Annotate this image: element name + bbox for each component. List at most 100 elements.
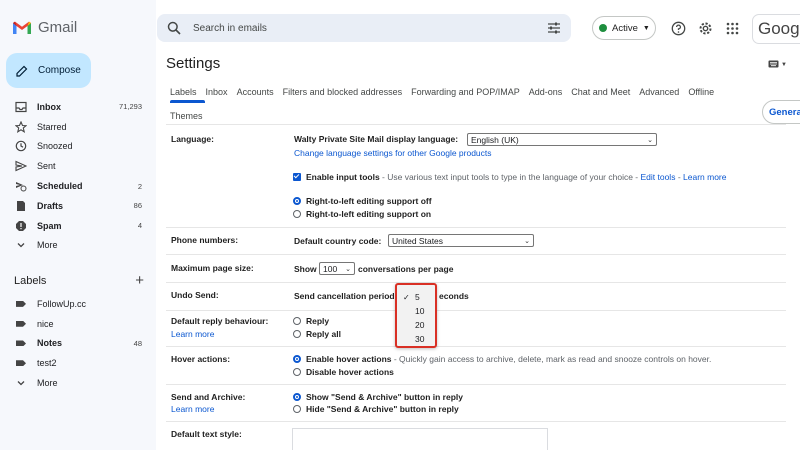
display-language-select[interactable]: English (UK) ⌄ bbox=[467, 133, 657, 146]
divider bbox=[166, 346, 786, 347]
rtl-off-option[interactable]: Right-to-left editing support off bbox=[293, 196, 432, 206]
tab-filters[interactable]: Filters and blocked addresses bbox=[283, 87, 403, 97]
learn-more-link[interactable]: Learn more bbox=[683, 172, 726, 182]
label-item[interactable]: nice bbox=[0, 314, 156, 334]
undo-send-option[interactable]: 20 bbox=[397, 318, 435, 332]
nav-count: 86 bbox=[133, 201, 142, 211]
hover-description: - Quickly gain access to archive, delete… bbox=[391, 354, 712, 364]
keyboard-icon bbox=[768, 60, 779, 70]
rtl-on-radio[interactable] bbox=[293, 210, 301, 218]
star-icon bbox=[14, 120, 28, 134]
label-count: 48 bbox=[133, 338, 142, 348]
chevron-down-icon: ⌄ bbox=[345, 265, 351, 273]
hide-send-archive-option[interactable]: Hide "Send & Archive" button in reply bbox=[293, 404, 459, 414]
nav-item-starred[interactable]: Starred bbox=[0, 117, 156, 137]
nav-item-more[interactable]: More bbox=[0, 236, 156, 256]
tab-advanced[interactable]: Advanced bbox=[639, 87, 679, 97]
nav-item-sent[interactable]: Sent bbox=[0, 156, 156, 176]
enable-input-tools-checkbox[interactable] bbox=[293, 173, 301, 181]
tab-inbox[interactable]: Inbox bbox=[206, 87, 228, 97]
divider bbox=[166, 384, 786, 385]
gmail-m-icon bbox=[13, 21, 31, 34]
label-item[interactable]: Notes 48 bbox=[0, 334, 156, 354]
apps-grid-icon[interactable] bbox=[724, 20, 740, 36]
label-item-more[interactable]: More bbox=[0, 373, 156, 393]
nav-label: Starred bbox=[37, 121, 67, 132]
input-tools-toggle[interactable]: ▼ bbox=[768, 60, 787, 70]
nav-item-inbox[interactable]: Inbox 71,293 bbox=[0, 97, 156, 117]
labels-header: Labels + bbox=[14, 272, 144, 289]
show-send-archive-radio[interactable] bbox=[293, 393, 301, 401]
search-bar[interactable]: Search in emails bbox=[157, 14, 571, 42]
reply-all-radio[interactable] bbox=[293, 330, 301, 338]
country-code-label: Default country code: bbox=[294, 236, 382, 246]
rtl-off-radio[interactable] bbox=[293, 197, 301, 205]
label-item[interactable]: test2 bbox=[0, 353, 156, 373]
reply-behaviour-label: Default reply behaviour: bbox=[171, 316, 269, 326]
nav-item-snoozed[interactable]: Snoozed bbox=[0, 137, 156, 157]
cancellation-period-label: Send cancellation period bbox=[294, 291, 395, 301]
tab-chat-meet[interactable]: Chat and Meet bbox=[571, 87, 630, 97]
inbox-icon bbox=[14, 100, 28, 114]
plus-icon[interactable]: + bbox=[135, 272, 144, 289]
undo-send-option[interactable]: 10 bbox=[397, 304, 435, 318]
disable-hover-radio[interactable] bbox=[293, 368, 301, 376]
enable-hover-option[interactable]: Enable hover actions - Quickly gain acce… bbox=[293, 354, 711, 364]
show-send-archive-option[interactable]: Show "Send & Archive" button in reply bbox=[293, 392, 463, 402]
nav-item-scheduled[interactable]: Scheduled 2 bbox=[0, 176, 156, 196]
text-style-label: Default text style: bbox=[171, 429, 242, 439]
tab-offline[interactable]: Offline bbox=[688, 87, 714, 97]
reply-option[interactable]: Reply bbox=[293, 316, 329, 326]
change-language-link[interactable]: Change language settings for other Googl… bbox=[294, 148, 492, 158]
search-input[interactable]: Search in emails bbox=[193, 23, 547, 34]
display-language-label: Walty Private Site Mail display language… bbox=[294, 134, 459, 144]
active-tab-indicator bbox=[170, 100, 205, 103]
nav-label: Scheduled bbox=[37, 181, 83, 192]
tab-forwarding[interactable]: Forwarding and POP/IMAP bbox=[411, 87, 520, 97]
compose-button[interactable]: Compose bbox=[6, 53, 91, 88]
account-brand-button[interactable]: Google bbox=[752, 14, 800, 44]
tab-accounts[interactable]: Accounts bbox=[237, 87, 274, 97]
undo-send-option[interactable]: 30 bbox=[397, 332, 435, 346]
nav-item-spam[interactable]: Spam 4 bbox=[0, 216, 156, 236]
compose-label: Compose bbox=[38, 65, 81, 76]
search-options-icon[interactable] bbox=[547, 21, 561, 35]
input-tools-row: Enable input tools - Use various text in… bbox=[293, 172, 726, 182]
tab-add-ons[interactable]: Add-ons bbox=[529, 87, 563, 97]
label-tag-icon bbox=[14, 356, 28, 370]
undo-send-option[interactable]: ✓ 5 bbox=[397, 290, 435, 304]
gmail-logo[interactable]: Gmail bbox=[12, 19, 77, 36]
reply-radio[interactable] bbox=[293, 317, 301, 325]
label-item[interactable]: FollowUp.cc bbox=[0, 294, 156, 314]
search-icon[interactable] bbox=[167, 21, 181, 35]
status-button[interactable]: Active ▼ bbox=[592, 16, 656, 40]
nav-label: Drafts bbox=[37, 200, 64, 211]
edit-tools-link[interactable]: Edit tools bbox=[640, 172, 675, 182]
page-size-select[interactable]: 100 ⌄ bbox=[319, 262, 355, 275]
status-dot-icon bbox=[599, 24, 607, 32]
nav-label: Snoozed bbox=[37, 141, 73, 152]
hide-send-archive-radio[interactable] bbox=[293, 405, 301, 413]
nav-item-drafts[interactable]: Drafts 86 bbox=[0, 196, 156, 216]
rtl-on-option[interactable]: Right-to-left editing support on bbox=[293, 209, 431, 219]
nav-count: 4 bbox=[137, 221, 142, 231]
text-style-preview-box[interactable] bbox=[292, 428, 548, 450]
enable-hover-radio[interactable] bbox=[293, 355, 301, 363]
app-name: Gmail bbox=[38, 19, 78, 36]
help-icon[interactable] bbox=[670, 20, 686, 36]
reply-all-option[interactable]: Reply all bbox=[293, 329, 341, 339]
tab-labels[interactable]: Labels bbox=[170, 87, 197, 97]
nav-count: 2 bbox=[137, 181, 142, 191]
cancellation-period-suffix: econds bbox=[439, 291, 469, 301]
send-archive-learn-more-link[interactable]: Learn more bbox=[171, 404, 214, 414]
hover-actions-label: Hover actions: bbox=[171, 354, 231, 364]
disable-hover-option[interactable]: Disable hover actions bbox=[293, 367, 394, 377]
tab-themes[interactable]: Themes bbox=[170, 111, 203, 121]
scheduled-icon bbox=[14, 179, 28, 193]
reply-learn-more-link[interactable]: Learn more bbox=[171, 329, 214, 339]
gear-icon[interactable] bbox=[697, 20, 713, 36]
tab-general[interactable]: General bbox=[762, 100, 800, 124]
undo-send-dropdown[interactable]: ✓ 5 10 20 30 bbox=[395, 283, 437, 348]
country-code-select[interactable]: United States ⌄ bbox=[388, 234, 534, 247]
chevron-down-icon: ▼ bbox=[781, 62, 787, 68]
